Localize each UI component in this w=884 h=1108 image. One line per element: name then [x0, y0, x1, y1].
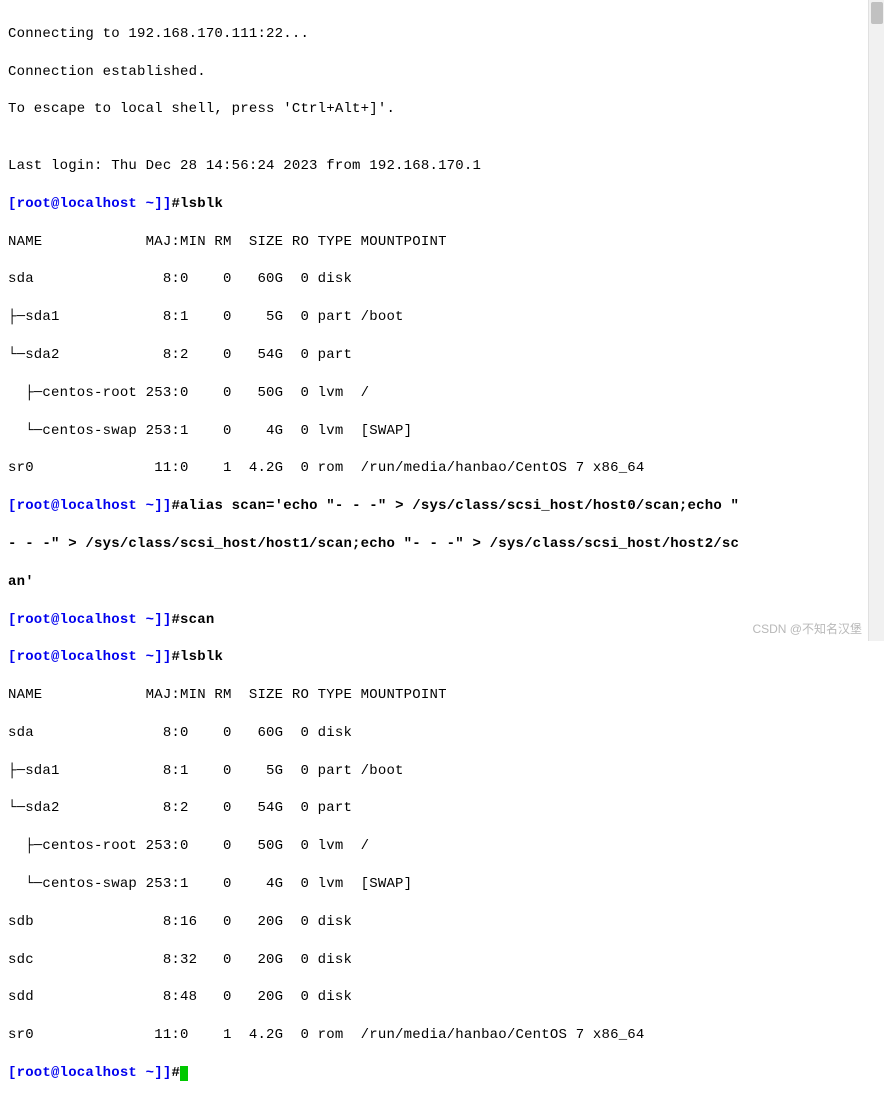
prompt-hash: #	[171, 196, 180, 212]
prompt-user: [root@localhost ~]]	[8, 498, 171, 514]
scrollbar-thumb[interactable]	[871, 2, 883, 24]
prompt-hash: #	[171, 498, 180, 514]
table-row: ├─sda1 8:1 0 5G 0 part /boot	[8, 762, 876, 781]
cmd-alias-3: an'	[8, 573, 876, 592]
watermark: CSDN @不知名汉堡	[752, 621, 862, 637]
prompt-user: [root@localhost ~]]	[8, 196, 171, 212]
scrollbar[interactable]	[868, 0, 884, 641]
table-row: sr0 11:0 1 4.2G 0 rom /run/media/hanbao/…	[8, 459, 876, 478]
table-row: ├─sda1 8:1 0 5G 0 part /boot	[8, 308, 876, 327]
line-lastlogin: Last login: Thu Dec 28 14:56:24 2023 fro…	[8, 157, 876, 176]
prompt-line: [root@localhost ~]]#lsblk	[8, 195, 876, 214]
table-row: └─sda2 8:2 0 54G 0 part	[8, 346, 876, 365]
prompt-line: [root@localhost ~]]#alias scan='echo "- …	[8, 497, 876, 516]
table-row: sda 8:0 0 60G 0 disk	[8, 724, 876, 743]
prompt-user: [root@localhost ~]]	[8, 612, 171, 628]
table-row: sdb 8:16 0 20G 0 disk	[8, 913, 876, 932]
terminal-output[interactable]: Connecting to 192.168.170.111:22... Conn…	[0, 0, 884, 1108]
prompt-line-active[interactable]: [root@localhost ~]]#	[8, 1064, 876, 1083]
cmd-alias-1: alias scan='echo "- - -" > /sys/class/sc…	[180, 498, 739, 514]
prompt-hash: #	[171, 1065, 180, 1081]
prompt-line: [root@localhost ~]]#lsblk	[8, 648, 876, 667]
prompt-hash: #	[171, 612, 180, 628]
table-row: sdd 8:48 0 20G 0 disk	[8, 988, 876, 1007]
table-row: sda 8:0 0 60G 0 disk	[8, 270, 876, 289]
prompt-hash: #	[171, 649, 180, 665]
prompt-line: [root@localhost ~]]#scan	[8, 611, 876, 630]
table-row: ├─centos-root 253:0 0 50G 0 lvm /	[8, 384, 876, 403]
prompt-user: [root@localhost ~]]	[8, 1065, 171, 1081]
lsblk-header: NAME MAJ:MIN RM SIZE RO TYPE MOUNTPOINT	[8, 686, 876, 705]
lsblk-header: NAME MAJ:MIN RM SIZE RO TYPE MOUNTPOINT	[8, 233, 876, 252]
cmd-lsblk: lsblk	[180, 649, 223, 665]
table-row: └─centos-swap 253:1 0 4G 0 lvm [SWAP]	[8, 875, 876, 894]
line-escape: To escape to local shell, press 'Ctrl+Al…	[8, 100, 876, 119]
cmd-alias-2: - - -" > /sys/class/scsi_host/host1/scan…	[8, 535, 876, 554]
table-row: └─sda2 8:2 0 54G 0 part	[8, 799, 876, 818]
table-row: sr0 11:0 1 4.2G 0 rom /run/media/hanbao/…	[8, 1026, 876, 1045]
table-row: └─centos-swap 253:1 0 4G 0 lvm [SWAP]	[8, 422, 876, 441]
line-connecting: Connecting to 192.168.170.111:22...	[8, 25, 876, 44]
table-row: sdc 8:32 0 20G 0 disk	[8, 951, 876, 970]
cmd-lsblk: lsblk	[180, 196, 223, 212]
line-established: Connection established.	[8, 63, 876, 82]
cmd-scan: scan	[180, 612, 214, 628]
prompt-user: [root@localhost ~]]	[8, 649, 171, 665]
cursor-icon	[180, 1066, 188, 1081]
table-row: ├─centos-root 253:0 0 50G 0 lvm /	[8, 837, 876, 856]
